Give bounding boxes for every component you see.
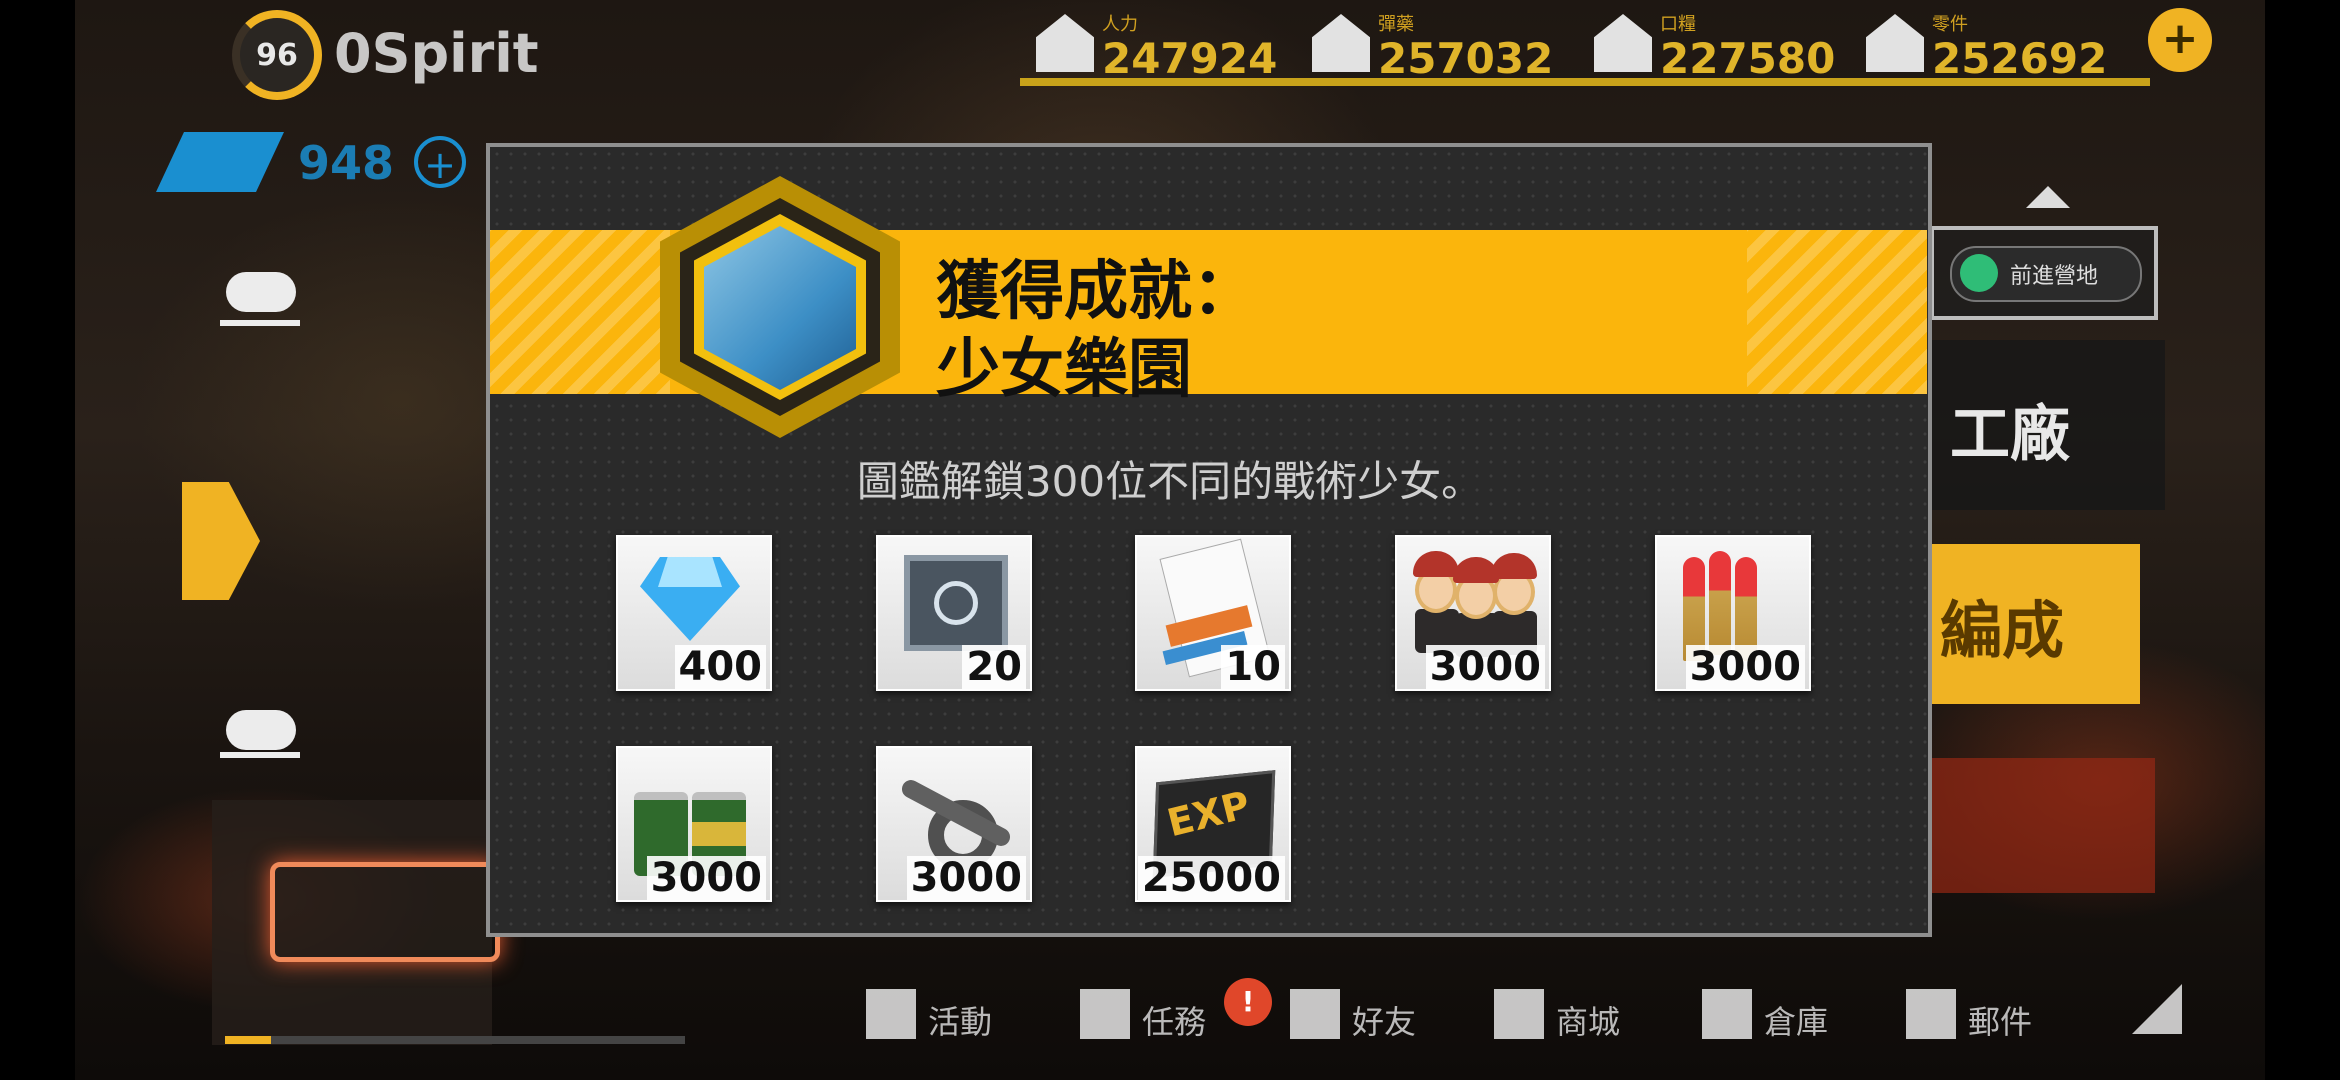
add-resource-button[interactable]: + [2148, 8, 2212, 72]
box-emblem [934, 581, 978, 625]
warehouse-icon [1702, 989, 1752, 1039]
can-label [692, 822, 746, 846]
reward-item[interactable]: 3000 [876, 746, 1032, 902]
add-gem-button[interactable]: + [414, 136, 466, 188]
eye-icon[interactable] [226, 272, 296, 312]
reward-quantity: 3000 [1425, 645, 1545, 689]
banner-stripes-right [1747, 230, 1927, 394]
reward-quantity: 25000 [1137, 856, 1285, 900]
resource-value: 247924 [1102, 34, 1278, 83]
nav-label: 倉庫 [1764, 1003, 1829, 1041]
event-banner-card[interactable] [1930, 758, 2155, 893]
resource-value: 227580 [1660, 34, 1836, 83]
left-letterbox [0, 0, 75, 1080]
commander-level-ring[interactable]: 96 [232, 10, 322, 100]
doll-hat [1491, 553, 1537, 579]
resource-label: 彈藥 [1378, 14, 1414, 35]
forward-camp-label: 前進營地 [2010, 264, 2099, 289]
mission-progress-bar [225, 1036, 685, 1044]
reward-item[interactable]: 10 [1135, 535, 1291, 691]
side-underline [220, 752, 300, 758]
commander-level: 96 [256, 37, 298, 73]
notification-badge: ! [1224, 978, 1272, 1026]
nav-label: 任務 [1142, 1003, 1207, 1041]
gem-count: 948 [298, 136, 395, 190]
reward-quantity: 20 [962, 645, 1026, 689]
resource-value: 252692 [1932, 34, 2108, 83]
reward-item[interactable]: 400 [616, 535, 772, 691]
nav-label: 好友 [1352, 1003, 1417, 1041]
nav-label: 郵件 [1968, 1003, 2033, 1041]
banner-stripes-left [490, 230, 670, 394]
missions-icon [1080, 989, 1130, 1039]
achievement-name: 少女樂園 [936, 333, 1192, 407]
cart-icon [1494, 989, 1544, 1039]
reward-item[interactable]: 3000 [616, 746, 772, 902]
reward-quantity: 3000 [646, 856, 766, 900]
reward-quantity: 3000 [1685, 645, 1805, 689]
events-icon [866, 989, 916, 1039]
reward-item[interactable]: 3000 [1395, 535, 1551, 691]
resource-value: 257032 [1378, 34, 1554, 83]
right-letterbox [2265, 0, 2340, 1080]
commander-name: 0Spirit [334, 22, 539, 85]
neon-sign [270, 862, 500, 962]
gem-highlight [658, 557, 722, 587]
reward-item[interactable]: 3000 [1655, 535, 1811, 691]
reward-quantity: 10 [1221, 645, 1285, 689]
mission-progress-fill [225, 1036, 271, 1044]
reward-item[interactable]: 20 [876, 535, 1032, 691]
achievement-description: 圖鑑解鎖300位不同的戰術少女。 [856, 457, 1484, 506]
friends-icon [1290, 989, 1340, 1039]
doll-hat [1413, 551, 1459, 577]
formation-label: 編成 [1940, 594, 2065, 667]
reward-quantity: 400 [674, 645, 766, 689]
side-underline [220, 320, 300, 326]
nav-label: 商城 [1556, 1003, 1621, 1041]
globe-icon [1960, 254, 1998, 292]
reward-quantity: 3000 [906, 856, 1026, 900]
mail-icon [1906, 989, 1956, 1039]
ammo-round-icon [1709, 551, 1731, 655]
resource-label: 口糧 [1660, 14, 1696, 35]
nav-label: 活動 [928, 1003, 993, 1041]
resource-label: 零件 [1932, 14, 1968, 35]
scroll-up-icon[interactable] [2026, 186, 2070, 208]
resource-label: 人力 [1102, 14, 1138, 35]
reward-item[interactable]: EXP 25000 [1135, 746, 1291, 902]
eye-icon[interactable] [226, 710, 296, 750]
